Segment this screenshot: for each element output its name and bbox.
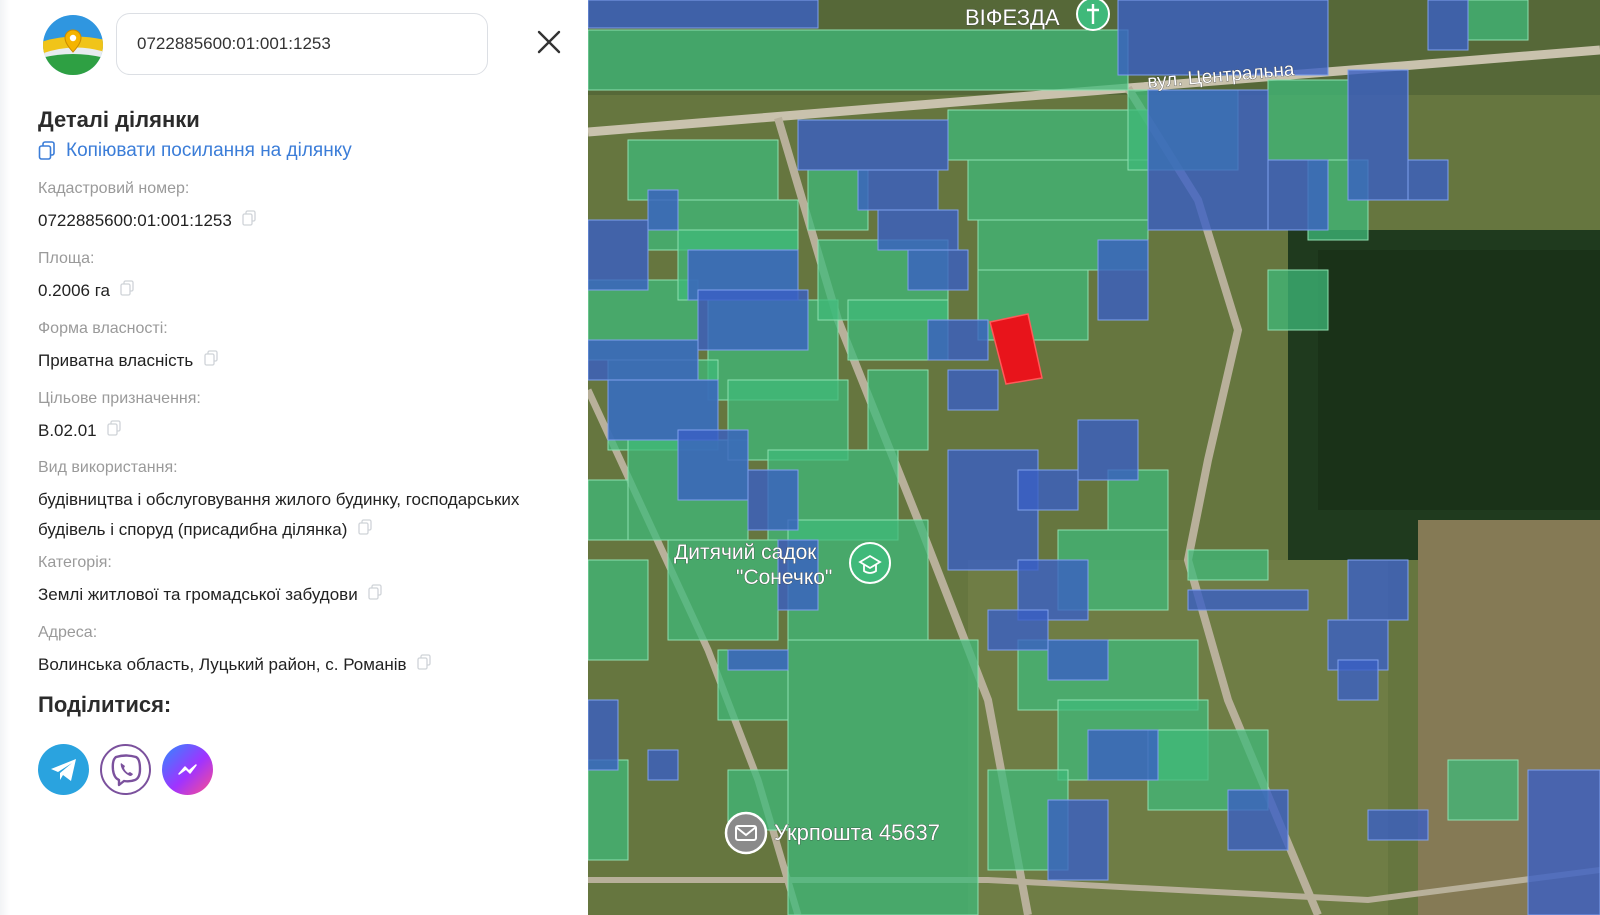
copy-parcel-link-button[interactable]: Копіювати посилання на ділянку bbox=[38, 140, 352, 162]
share-telegram-button[interactable] bbox=[38, 744, 89, 795]
copy-icon bbox=[358, 519, 372, 535]
field-cadastral-number: Кадастровий номер: 0722885600:01:001:125… bbox=[38, 180, 256, 236]
copy-value-button[interactable] bbox=[120, 280, 135, 301]
map-label-kindergarten-line1: Дитячий садок bbox=[674, 541, 817, 564]
field-label: Форма власності: bbox=[38, 320, 168, 337]
field-label: Цільове призначення: bbox=[38, 390, 201, 407]
copy-icon bbox=[368, 584, 382, 600]
copy-icon bbox=[38, 141, 55, 160]
kindergarten-marker-icon[interactable] bbox=[849, 542, 891, 584]
field-category: Категорія: Землі житлової та громадської… bbox=[38, 554, 382, 610]
field-usage-type: Вид використання: будівництва і обслугов… bbox=[38, 459, 558, 545]
logo-icon bbox=[43, 15, 103, 75]
copy-icon bbox=[107, 420, 121, 436]
telegram-icon bbox=[50, 758, 76, 781]
copy-value-button[interactable] bbox=[368, 584, 382, 605]
copy-icon bbox=[120, 280, 135, 296]
copy-value-button[interactable] bbox=[107, 420, 121, 441]
map-label-kindergarten-line2: "Сонечко" bbox=[736, 566, 832, 589]
field-label: Кадастровий номер: bbox=[38, 180, 190, 197]
field-ownership: Форма власності: Приватна власність bbox=[38, 320, 218, 376]
field-purpose: Цільове призначення: В.02.01 bbox=[38, 390, 201, 446]
copy-value-button[interactable] bbox=[242, 210, 256, 231]
app-logo[interactable] bbox=[41, 14, 105, 76]
panel-edge bbox=[0, 0, 10, 915]
field-area: Площа: 0.2006 га bbox=[38, 250, 135, 306]
field-address: Адреса: Волинська область, Луцький район… bbox=[38, 624, 431, 680]
copy-icon bbox=[417, 654, 431, 670]
field-value: В.02.01 bbox=[38, 421, 97, 440]
field-label: Площа: bbox=[38, 250, 95, 267]
field-value: Волинська область, Луцький район, с. Ром… bbox=[38, 655, 407, 674]
search-input[interactable] bbox=[116, 13, 488, 75]
copy-value-button[interactable] bbox=[358, 519, 372, 540]
share-messenger-button[interactable] bbox=[162, 744, 213, 795]
close-button[interactable] bbox=[535, 28, 563, 56]
parcel-details-panel: Деталі ділянки Копіювати посилання на ді… bbox=[0, 0, 588, 915]
copy-icon bbox=[204, 350, 218, 366]
field-value: 0.2006 га bbox=[38, 281, 111, 300]
copy-value-button[interactable] bbox=[417, 654, 431, 675]
field-value: будівництва і обслуговування жилого буди… bbox=[38, 490, 520, 539]
post-office-marker-icon[interactable] bbox=[724, 811, 768, 855]
map-canvas[interactable]: ВІФЕЗДА вул. Центральна Дитячий садок "С… bbox=[588, 0, 1600, 915]
map-label-church: ВІФЕЗДА bbox=[965, 5, 1060, 30]
field-label: Вид використання: bbox=[38, 459, 178, 476]
viber-icon bbox=[111, 753, 141, 786]
satellite-map[interactable]: ВІФЕЗДА вул. Центральна Дитячий садок "С… bbox=[588, 0, 1600, 915]
copy-icon bbox=[242, 210, 256, 226]
share-buttons bbox=[38, 744, 213, 795]
messenger-icon bbox=[177, 763, 197, 775]
field-value: Приватна власність bbox=[38, 351, 194, 370]
map-label-post-office: Укрпошта 45637 bbox=[774, 820, 940, 845]
share-title: Поділитися: bbox=[38, 692, 172, 717]
field-label: Адреса: bbox=[38, 624, 98, 641]
copy-parcel-link-label: Копіювати посилання на ділянку bbox=[66, 140, 352, 161]
share-viber-button[interactable] bbox=[100, 744, 151, 795]
close-icon bbox=[537, 30, 561, 54]
field-value: 0722885600:01:001:1253 bbox=[38, 211, 232, 230]
field-value: Землі житлової та громадської забудови bbox=[38, 585, 358, 604]
copy-value-button[interactable] bbox=[204, 350, 218, 371]
details-title: Деталі ділянки bbox=[38, 107, 200, 132]
field-label: Категорія: bbox=[38, 554, 112, 571]
